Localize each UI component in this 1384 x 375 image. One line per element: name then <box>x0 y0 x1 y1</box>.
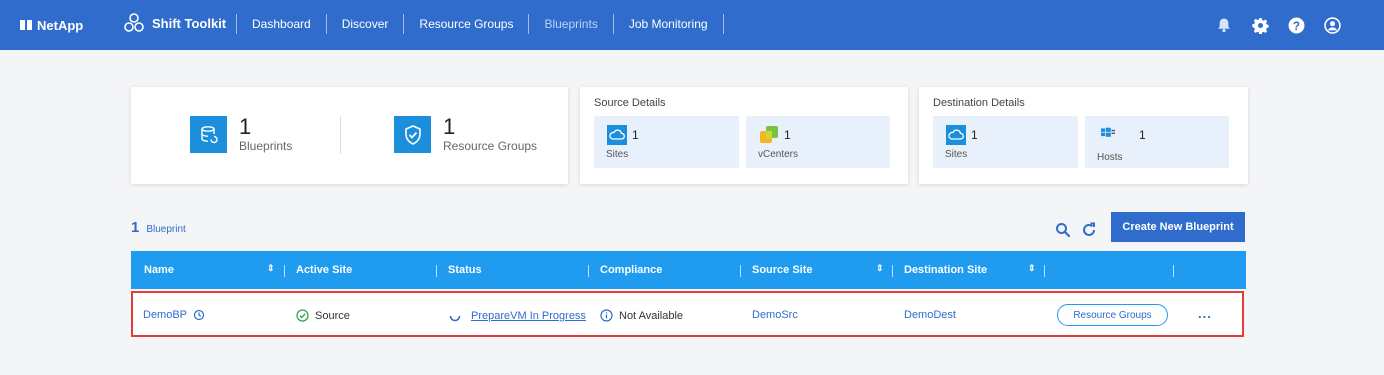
brand-name: NetApp <box>37 17 84 33</box>
column-divider <box>436 265 437 277</box>
user-profile-icon[interactable] <box>1322 15 1342 35</box>
spinner-icon <box>449 315 461 322</box>
sort-destination-site-icon[interactable]: ⇕ <box>1028 264 1036 273</box>
database-icon <box>190 116 227 153</box>
blueprint-count-label: Blueprint <box>146 224 186 235</box>
product-title[interactable]: Shift Toolkit <box>123 12 226 34</box>
blueprint-count-number: 1 <box>131 219 140 236</box>
blueprints-summary: 1 Blueprints <box>190 116 292 153</box>
table-row[interactable]: DemoBP Source PrepareVM In Progress Not … <box>131 291 1244 337</box>
cell-active-site: Source <box>296 309 350 322</box>
gear-icon[interactable] <box>1250 15 1270 35</box>
history-icon[interactable] <box>193 309 205 321</box>
info-icon <box>600 309 613 322</box>
column-divider <box>284 265 285 277</box>
column-divider <box>588 265 589 277</box>
column-divider <box>740 265 741 277</box>
main-nav: Dashboard Discover Resource Groups Bluep… <box>236 13 724 35</box>
sort-source-site-icon[interactable]: ⇕ <box>876 264 884 273</box>
source-vcenters-count: 1 <box>784 128 791 142</box>
destination-sites-tile[interactable]: 1 Sites <box>933 116 1078 168</box>
source-sites-label: Sites <box>606 149 629 160</box>
compliance-value: Not Available <box>619 309 684 322</box>
column-active-site[interactable]: Active Site <box>296 264 352 276</box>
source-vcenters-label: vCenters <box>758 149 799 160</box>
source-sites-count: 1 <box>632 128 639 142</box>
help-icon[interactable]: ? <box>1286 15 1306 35</box>
summary-divider <box>340 116 341 154</box>
column-divider <box>892 265 893 277</box>
destination-hosts-label: Hosts <box>1097 152 1123 163</box>
column-divider <box>1044 265 1045 277</box>
cloud-icon <box>946 125 966 145</box>
nav-discover[interactable]: Discover <box>327 17 404 31</box>
destination-site-link[interactable]: DemoDest <box>904 309 956 321</box>
search-icon[interactable] <box>1055 222 1071 238</box>
shield-check-icon <box>394 116 431 153</box>
table-tools <box>1055 222 1097 238</box>
netapp-logo-icon <box>20 20 32 30</box>
destination-sites-label: Sites <box>945 149 968 160</box>
status-link[interactable]: PrepareVM In Progress <box>471 310 586 322</box>
shift-toolkit-icon <box>124 13 144 32</box>
more-actions-icon[interactable]: ... <box>1198 306 1212 321</box>
destination-details-title: Destination Details <box>933 97 1025 109</box>
column-compliance[interactable]: Compliance <box>600 264 662 276</box>
refresh-icon[interactable] <box>1081 222 1097 238</box>
table-header: Name ⇕ Active Site Status Compliance Sou… <box>131 251 1246 289</box>
destination-hosts-tile[interactable]: 1 Hosts <box>1085 116 1229 168</box>
blueprints-count: 1 <box>239 114 252 139</box>
source-vcenters-tile[interactable]: 1 vCenters <box>746 116 890 168</box>
resource-groups-summary: 1 Resource Groups <box>394 116 537 153</box>
blueprint-count: 1 Blueprint <box>131 219 186 236</box>
resource-groups-label: Resource Groups <box>443 139 538 153</box>
blueprints-label: Blueprints <box>239 139 293 153</box>
active-site-value: Source <box>315 309 350 322</box>
check-circle-icon <box>296 309 309 322</box>
sort-name-icon[interactable]: ⇕ <box>267 264 275 273</box>
source-details-card: Source Details 1 Sites 1 vCenters <box>580 87 908 184</box>
source-sites-tile[interactable]: 1 Sites <box>594 116 739 168</box>
resource-groups-button[interactable]: Resource Groups <box>1057 304 1168 326</box>
nav-divider <box>722 14 724 34</box>
column-divider <box>1173 265 1174 277</box>
destination-details-card: Destination Details 1 Sites 1 Hosts <box>919 87 1248 184</box>
top-nav-bar: NetApp Shift Toolkit Dashboard Discover … <box>0 0 1384 50</box>
summary-card: 1 Blueprints 1 Resource Groups <box>131 87 568 184</box>
destination-sites-count: 1 <box>971 128 978 142</box>
column-status[interactable]: Status <box>448 264 482 276</box>
cell-name: DemoBP <box>143 309 205 321</box>
nav-job-monitoring[interactable]: Job Monitoring <box>614 17 723 31</box>
product-name: Shift Toolkit <box>152 15 227 31</box>
windows-icon <box>1101 127 1115 137</box>
column-name[interactable]: Name <box>144 264 174 276</box>
blueprint-name-link[interactable]: DemoBP <box>143 309 187 321</box>
nav-resource-groups[interactable]: Resource Groups <box>404 17 528 31</box>
cell-compliance: Not Available <box>600 309 683 322</box>
nav-dashboard[interactable]: Dashboard <box>237 17 326 31</box>
svg-text:?: ? <box>1292 19 1299 32</box>
create-new-blueprint-button[interactable]: Create New Blueprint <box>1111 212 1245 242</box>
cell-status: PrepareVM In Progress <box>448 309 586 323</box>
destination-hosts-count: 1 <box>1139 128 1146 142</box>
nav-blueprints[interactable]: Blueprints <box>529 17 612 31</box>
vcenter-icon <box>760 126 778 143</box>
column-destination-site[interactable]: Destination Site <box>904 264 987 276</box>
source-site-link[interactable]: DemoSrc <box>752 309 798 321</box>
column-source-site[interactable]: Source Site <box>752 264 813 276</box>
source-details-title: Source Details <box>594 97 666 109</box>
header-actions: ? <box>1214 15 1342 35</box>
netapp-logo[interactable]: NetApp <box>20 16 83 34</box>
bell-icon[interactable] <box>1214 15 1234 35</box>
cloud-icon <box>607 125 627 145</box>
resource-groups-count: 1 <box>443 114 456 139</box>
